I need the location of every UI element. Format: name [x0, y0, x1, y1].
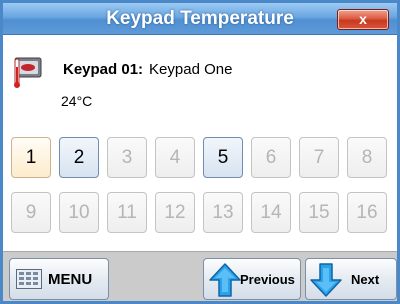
keypad-button-3: 3: [107, 137, 147, 178]
keypad-button-4: 4: [155, 137, 195, 178]
keypad-button-16: 16: [347, 192, 387, 233]
close-icon: x: [359, 11, 367, 27]
keypad-grid-icon: [16, 269, 42, 289]
title-bar: Keypad Temperature x: [3, 3, 397, 35]
keypad-name-line: Keypad 01: Keypad One: [63, 61, 232, 78]
bottom-toolbar: MENU Previous Next: [3, 251, 397, 301]
menu-button[interactable]: MENU: [9, 258, 109, 300]
keypad-button-10: 10: [59, 192, 99, 233]
keypad-button-14: 14: [251, 192, 291, 233]
keypad-description: Keypad One: [149, 61, 233, 78]
close-button[interactable]: x: [337, 9, 389, 30]
next-button[interactable]: Next: [305, 258, 397, 300]
keypad-button-13: 13: [203, 192, 243, 233]
keypad-button-5[interactable]: 5: [203, 137, 243, 178]
previous-button[interactable]: Previous: [203, 258, 301, 300]
keypad-button-1[interactable]: 1: [11, 137, 51, 178]
keypad-button-15: 15: [299, 192, 339, 233]
keypad-label: Keypad 01: [63, 61, 139, 78]
previous-button-label: Previous: [240, 272, 295, 287]
down-arrow-icon: [310, 263, 342, 297]
keypad-separator: :: [138, 61, 144, 78]
keypad-button-11: 11: [107, 192, 147, 233]
keypad-button-7: 7: [299, 137, 339, 178]
menu-button-label: MENU: [48, 271, 93, 288]
keypad-button-8: 8: [347, 137, 387, 178]
keypad-temperature-window: Keypad Temperature x Keypad 01: Keypad On…: [0, 0, 400, 304]
keypad-button-6: 6: [251, 137, 291, 178]
keypad-button-grid: 1 2 3 4 5 6 7 8 9 10 11 12 13 14 15 16: [11, 137, 393, 233]
keypad-button-9: 9: [11, 192, 51, 233]
next-button-label: Next: [351, 272, 380, 287]
thermometer-keypad-icon: [14, 57, 42, 88]
up-arrow-icon: [209, 263, 241, 297]
temperature-readout: 24°C: [61, 93, 93, 109]
keypad-button-2[interactable]: 2: [59, 137, 99, 178]
keypad-button-12: 12: [155, 192, 195, 233]
